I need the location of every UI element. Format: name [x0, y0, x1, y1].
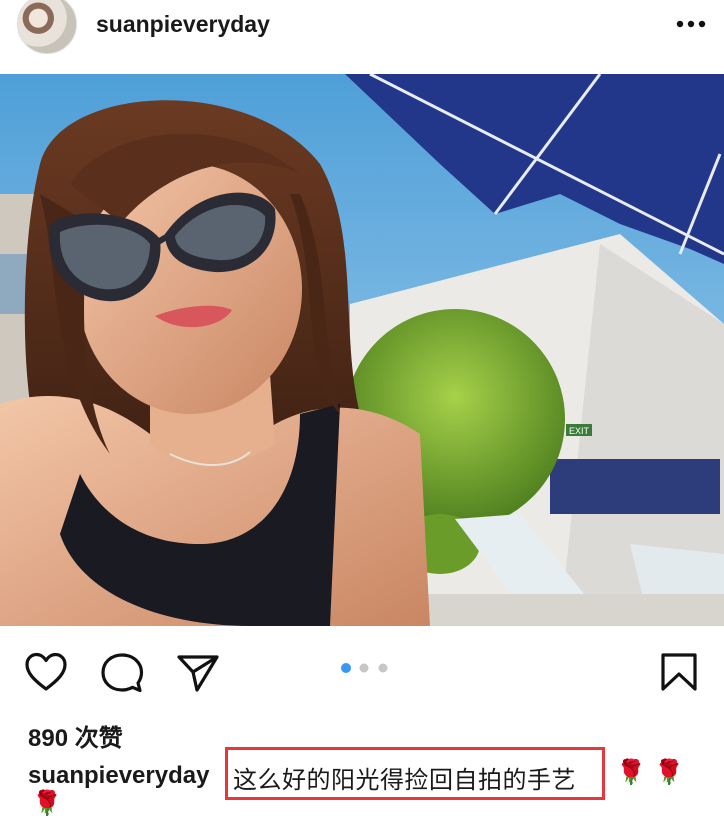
carousel-dots — [341, 663, 388, 673]
bookmark-save-icon[interactable] — [660, 652, 698, 692]
rose-emoji: 🌹 — [32, 790, 62, 817]
caption-text: 这么好的阳光得捡回自拍的手艺 — [233, 767, 576, 794]
likes-count[interactable]: 890 次赞 — [28, 718, 123, 753]
caption-username[interactable]: suanpieveryday — [28, 762, 209, 790]
more-options-icon[interactable] — [675, 18, 707, 30]
like-heart-icon[interactable] — [24, 652, 68, 692]
post-header: suanpieveryday — [0, 0, 724, 74]
exit-sign-text: EXIT — [569, 426, 590, 436]
carousel-dot[interactable] — [359, 663, 369, 673]
comment-bubble-icon[interactable] — [100, 652, 144, 694]
post-username[interactable]: suanpieveryday — [96, 11, 270, 38]
avatar[interactable] — [17, 0, 77, 54]
carousel-dot-active[interactable] — [341, 663, 351, 673]
rose-emoji: 🌹 — [654, 759, 684, 786]
rose-emoji: 🌹 — [616, 759, 646, 786]
carousel-dot[interactable] — [378, 663, 388, 673]
post-photo[interactable]: EXIT — [0, 74, 724, 626]
share-send-icon[interactable] — [176, 653, 220, 693]
